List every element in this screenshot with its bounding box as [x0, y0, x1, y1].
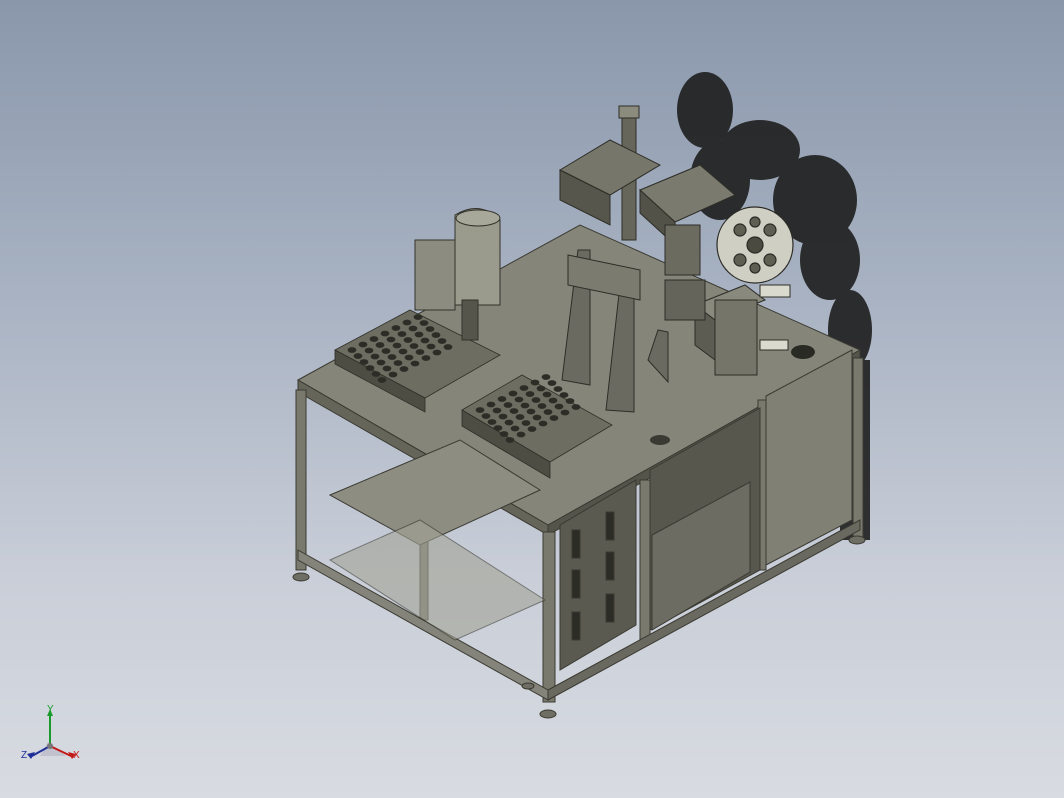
tray-pocket — [521, 420, 531, 426]
view-orientation-triad: Y Z X — [18, 704, 88, 772]
tray-pocket — [525, 391, 535, 397]
tray-pocket — [414, 331, 424, 338]
tray-pocket — [419, 320, 429, 326]
triad-y-label: Y — [47, 704, 54, 715]
tray-pocket — [531, 397, 541, 403]
tray-pocket — [505, 437, 515, 443]
tray-pocket — [382, 365, 392, 372]
tray-pocket — [481, 413, 491, 419]
tray-pocket — [358, 341, 368, 348]
frame-post-left — [295, 389, 307, 571]
tray-pocket — [503, 402, 513, 408]
lower-shelf — [328, 519, 547, 641]
triad-x-label: X — [73, 750, 80, 761]
tray-pocket — [510, 425, 520, 432]
tray-pocket — [388, 371, 398, 378]
tray-pocket — [403, 337, 413, 343]
frame-post-front — [542, 531, 556, 703]
tray-pocket — [536, 385, 546, 392]
tray-pocket — [386, 336, 396, 343]
tray-pocket — [547, 380, 557, 386]
frame-post-mid — [639, 479, 651, 641]
tray-pocket — [537, 403, 547, 409]
tray-pocket — [402, 319, 412, 326]
tray-pocket — [375, 342, 385, 348]
tray-pocket — [515, 414, 525, 420]
tray-pocket — [426, 343, 436, 350]
tray-pocket — [554, 403, 564, 410]
triad-z-label: Z — [21, 750, 28, 761]
table-hole — [791, 345, 815, 359]
tray-pocket — [409, 343, 419, 349]
tray-pocket — [425, 326, 435, 332]
tray-pocket — [486, 401, 496, 408]
tray-pocket — [371, 371, 381, 377]
tray-pocket — [520, 402, 530, 409]
tray-pocket — [413, 314, 423, 320]
tray-pocket — [364, 347, 374, 354]
tray-pocket — [526, 408, 536, 415]
tray-pocket — [397, 331, 407, 337]
tray-pocket — [359, 359, 369, 365]
tray-pocket — [532, 414, 542, 421]
tray-pocket — [353, 353, 363, 359]
tray-pocket — [516, 431, 526, 438]
tray-pocket — [538, 420, 548, 427]
tray-pocket — [404, 354, 414, 361]
tray-pocket — [549, 415, 559, 421]
table-hole-2 — [650, 435, 670, 445]
tray-pocket — [553, 386, 563, 392]
tray-pocket — [565, 398, 575, 404]
tray-pocket — [399, 366, 409, 372]
cad-graphics-area[interactable]: Y Z X — [0, 0, 1064, 798]
tape-reel — [716, 206, 794, 284]
tray-pocket — [376, 359, 386, 366]
tray-pocket — [381, 348, 391, 354]
tray-pocket — [493, 425, 503, 431]
tray-pocket — [497, 396, 507, 402]
tray-pocket — [571, 404, 581, 410]
tray-pocket — [437, 338, 447, 344]
tray-pocket — [391, 325, 401, 331]
tray-pocket — [421, 355, 431, 361]
tray-pocket — [393, 360, 403, 366]
tray-pocket — [475, 407, 485, 413]
tray-pocket — [514, 396, 524, 403]
tray-pocket — [492, 407, 502, 414]
tray-pocket — [410, 360, 420, 367]
tray-pocket — [560, 409, 570, 416]
tray-pocket — [398, 348, 408, 355]
tray-pocket — [420, 337, 430, 344]
tray-pocket — [380, 330, 390, 337]
tray-pocket — [541, 374, 551, 380]
tray-pocket — [392, 342, 402, 349]
tray-pocket — [543, 409, 553, 415]
tray-pocket — [415, 349, 425, 355]
tray-pocket — [347, 347, 357, 353]
tray-pocket — [509, 408, 519, 414]
tray-pocket — [527, 426, 537, 432]
tray-pocket — [499, 431, 509, 437]
tray-pocket — [377, 377, 387, 383]
tray-pocket — [504, 419, 514, 426]
tray-pocket — [370, 353, 380, 360]
tray-pocket — [559, 392, 569, 398]
tray-pocket — [530, 379, 540, 386]
tray-pocket — [408, 325, 418, 332]
tray-pocket — [487, 419, 497, 425]
tray-pocket — [519, 385, 529, 391]
tray-pocket — [548, 397, 558, 404]
tray-pocket — [431, 332, 441, 338]
tray-pocket — [387, 354, 397, 360]
tray-pocket — [365, 365, 375, 371]
tray-pocket — [498, 413, 508, 420]
tray-pocket — [432, 349, 442, 356]
frame-post-right — [852, 357, 864, 539]
tray-pocket — [508, 390, 518, 397]
tray-pocket — [443, 344, 453, 350]
machine-assembly-model[interactable] — [0, 0, 1064, 798]
tray-pocket — [369, 336, 379, 342]
tray-pocket — [542, 391, 552, 398]
